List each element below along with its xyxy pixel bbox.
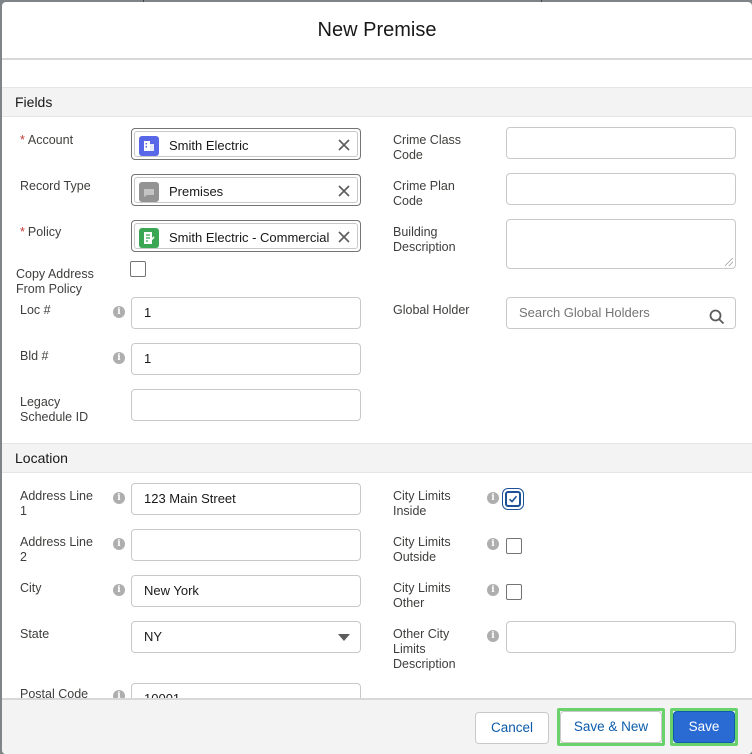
- city-input[interactable]: New York: [131, 575, 361, 607]
- other-city-limits-info-icon[interactable]: i: [487, 630, 499, 642]
- postal-code-label: Postal Code: [20, 687, 89, 698]
- section-header-location[interactable]: Location: [2, 443, 752, 473]
- section-header-fields[interactable]: Fields: [2, 87, 752, 117]
- building-description-label: Building Description: [393, 225, 456, 254]
- modal-title: New Premise: [317, 18, 437, 41]
- building-description-textarea[interactable]: [506, 219, 736, 269]
- save-and-new-button[interactable]: Save & New: [560, 711, 662, 743]
- clear-account-icon[interactable]: [337, 138, 351, 152]
- account-label: * Account: [20, 133, 74, 147]
- crime-plan-input[interactable]: [506, 173, 736, 205]
- clear-policy-icon[interactable]: [337, 230, 351, 244]
- required-marker: *: [20, 225, 25, 239]
- section-title: Location: [15, 450, 68, 466]
- crime-plan-label: Crime Plan Code: [393, 179, 455, 208]
- account-value: Smith Electric: [169, 138, 249, 153]
- address-line-1-info-icon[interactable]: i: [113, 492, 125, 504]
- copy-address-label: Copy Address From Policy: [16, 267, 94, 296]
- postal-code-input[interactable]: 10001: [131, 683, 361, 698]
- account-lookup-inner: Smith Electric: [134, 131, 358, 157]
- cancel-button[interactable]: Cancel: [475, 712, 549, 744]
- bld-input[interactable]: 1: [131, 343, 361, 375]
- address-line-2-info-icon[interactable]: i: [113, 538, 125, 550]
- resize-grip-icon[interactable]: [725, 258, 733, 266]
- record-type-lookup[interactable]: Premises: [131, 174, 361, 206]
- policy-label: * Policy: [20, 225, 62, 239]
- copy-address-checkbox[interactable]: [130, 261, 146, 277]
- modal-header: New Premise: [2, 2, 752, 60]
- city-limits-inside-checkbox[interactable]: [505, 491, 521, 507]
- account-lookup[interactable]: Smith Electric: [131, 128, 361, 160]
- record-type-label: Record Type: [20, 179, 91, 193]
- legacy-schedule-input[interactable]: [131, 389, 361, 421]
- city-limits-inside-info-icon[interactable]: i: [487, 492, 499, 504]
- city-limits-other-info-icon[interactable]: i: [487, 584, 499, 596]
- record-type-lookup-inner: Premises: [134, 177, 358, 203]
- state-select[interactable]: NY: [131, 621, 361, 653]
- other-city-limits-description-label: Other City Limits Description: [393, 627, 456, 671]
- policy-lookup[interactable]: Smith Electric - Commercial: [131, 220, 361, 252]
- loc-label: Loc #: [20, 303, 51, 317]
- policy-icon: [139, 228, 159, 248]
- crime-class-input[interactable]: [506, 127, 736, 159]
- state-label: State: [20, 627, 50, 641]
- policy-value: Smith Electric - Commercial: [169, 230, 329, 245]
- modal-body[interactable]: Fields * Account Smith Electric Record Ty…: [2, 62, 752, 698]
- global-holder-placeholder: Search Global Holders: [519, 305, 650, 320]
- crime-class-label: Crime Class Code: [393, 133, 462, 162]
- address-line-1-label: Address Line 1: [20, 489, 93, 518]
- policy-lookup-inner: Smith Electric - Commercial: [134, 223, 358, 249]
- checkmark-icon: [508, 495, 518, 503]
- city-limits-other-label: City Limits Other: [393, 581, 451, 610]
- city-label: City: [20, 581, 42, 595]
- required-marker: *: [20, 133, 25, 147]
- other-city-limits-description-input[interactable]: [506, 621, 736, 653]
- city-limits-outside-info-icon[interactable]: i: [487, 538, 499, 550]
- record-type-icon: [139, 182, 159, 202]
- record-type-value: Premises: [169, 184, 224, 199]
- chevron-down-icon: [338, 634, 350, 641]
- address-line-1-input[interactable]: 123 Main Street: [131, 483, 361, 515]
- address-line-2-label: Address Line 2: [20, 535, 93, 564]
- section-title: Fields: [15, 94, 53, 110]
- account-icon: [139, 136, 159, 156]
- modal-footer: Cancel Save & New Save: [2, 698, 752, 754]
- city-limits-inside-label: City Limits Inside: [393, 489, 451, 518]
- loc-input[interactable]: 1: [131, 297, 361, 329]
- global-holder-label: Global Holder: [393, 303, 470, 317]
- search-icon[interactable]: [709, 306, 725, 325]
- global-holder-search-input[interactable]: Search Global Holders: [506, 297, 736, 329]
- postal-code-info-icon[interactable]: i: [113, 690, 125, 698]
- loc-info-icon[interactable]: i: [113, 306, 125, 318]
- city-info-icon[interactable]: i: [113, 584, 125, 596]
- city-limits-outside-checkbox[interactable]: [506, 538, 522, 554]
- state-value: NY: [144, 629, 163, 644]
- legacy-schedule-label: Legacy Schedule ID: [20, 395, 89, 424]
- save-button[interactable]: Save: [673, 711, 735, 743]
- new-premise-modal: New Premise Fields * Account Smith Electr…: [2, 2, 752, 754]
- city-limits-outside-label: City Limits Outside: [393, 535, 451, 564]
- city-limits-other-checkbox[interactable]: [506, 584, 522, 600]
- bld-label: Bld #: [20, 349, 49, 363]
- clear-record-type-icon[interactable]: [337, 184, 351, 198]
- bld-info-icon[interactable]: i: [113, 352, 125, 364]
- address-line-2-input[interactable]: [131, 529, 361, 561]
